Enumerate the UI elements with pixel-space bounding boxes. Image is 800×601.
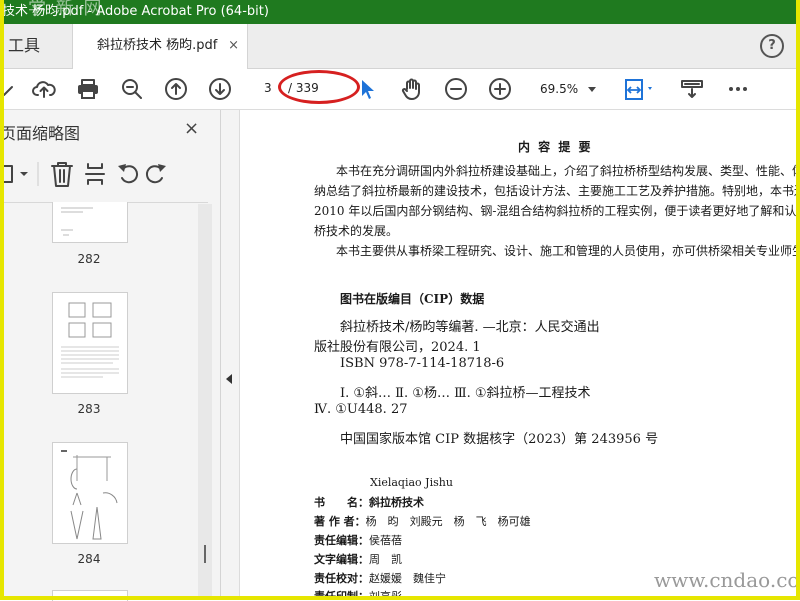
credit-label: 责任校对： xyxy=(314,572,369,585)
panel-scrollbar[interactable] xyxy=(198,204,212,598)
tab-tools[interactable]: 工具 xyxy=(0,24,66,68)
watermark-bottom: www.cndao.com xyxy=(654,568,800,592)
rotate-cw-icon xyxy=(145,164,166,184)
delete-page-icon xyxy=(51,162,73,187)
tab-document[interactable]: 斜拉桥技术 杨昀.pdf × xyxy=(72,24,248,69)
credit-value: 侯蓓蓓 xyxy=(369,534,402,547)
cip-title: 图书在版编目（CIP）数据 xyxy=(340,292,485,306)
title-bar: 技术 杨昀.pdf - Adobe Acrobat Pro (64-bit) 学… xyxy=(0,0,800,24)
watermark-top: 学 新 网 xyxy=(28,0,104,19)
tab-bar: 工具 斜拉桥技术 杨昀.pdf × ? xyxy=(0,24,800,69)
print-icon[interactable] xyxy=(76,77,100,101)
panel-collapse-gutter[interactable] xyxy=(221,110,240,600)
panel-title: 页面缩略图 xyxy=(0,124,81,143)
document-page: 内 容 提 要 本书在充分调研国内外斜拉桥建设基础上，介绍了斜拉桥桥型结构发展、… xyxy=(240,110,800,600)
zoom-out-icon[interactable] xyxy=(444,77,468,101)
abstract-line: 本书主要供从事桥梁工程研究、设计、施工和管理的人员使用，亦可供桥梁相关专业师生参… xyxy=(336,244,800,258)
cip-line: 斜拉桥技术/杨昀等编著. —北京：人民交通出 xyxy=(340,320,600,335)
document-view[interactable]: 内 容 提 要 本书在充分调研国内外斜拉桥建设基础上，介绍了斜拉桥桥型结构发展、… xyxy=(240,110,800,600)
fit-page-icon[interactable] xyxy=(622,77,658,101)
thumbnail-label: 282 xyxy=(77,252,101,266)
zoom-search-icon[interactable] xyxy=(120,77,144,101)
thumbnail-page-283[interactable] xyxy=(52,292,128,394)
back-partial-icon[interactable] xyxy=(2,77,26,101)
highlight-ellipse xyxy=(278,70,360,104)
abstract-line: 纳总结了斜拉桥最新的建设技术，包括设计方法、主要施工工艺及养护措施。特别地，本书… xyxy=(314,184,800,198)
collapse-arrow-icon[interactable] xyxy=(226,374,232,384)
doc-heading: 内 容 提 要 xyxy=(518,140,593,154)
main-toolbar: 3 / 339 69.5% xyxy=(0,69,800,110)
zoom-dropdown[interactable]: 69.5% xyxy=(532,78,598,100)
chevron-down-icon xyxy=(588,87,596,92)
tab-document-label: 斜拉桥技术 杨昀.pdf xyxy=(97,38,218,53)
abstract-line: 桥技术的发展。 xyxy=(314,224,399,238)
rotate-ccw-icon xyxy=(118,164,139,184)
thumbnail-page-282[interactable] xyxy=(52,202,128,243)
credit-value: 杨 昀 刘殿元 杨 飞 杨可雄 xyxy=(365,515,531,528)
cip-line: Ⅰ. ①斜… Ⅱ. ①杨… Ⅲ. ①斜拉桥—工程技术 xyxy=(340,386,591,401)
tab-close-icon[interactable]: × xyxy=(228,24,239,68)
zoom-in-icon[interactable] xyxy=(488,77,512,101)
abstract-line: 2010 年以后国内部分钢结构、钢-混组合结构斜拉桥的工程实例，便于读者更好地了… xyxy=(314,204,800,218)
scrollbar-thumb[interactable] xyxy=(204,545,206,563)
scan-icon[interactable] xyxy=(680,77,704,101)
pinyin-title: Xielaqiao Jishu xyxy=(370,476,453,489)
credit-value: 周 凯 xyxy=(369,553,402,566)
cip-line: 中国国家版本馆 CIP 数据核字（2023）第 243956 号 xyxy=(340,432,659,447)
extract-page-icon xyxy=(85,163,105,185)
credit-label: 书 名： xyxy=(314,496,369,509)
abstract-line: 本书在充分调研国内外斜拉桥建设基础上，介绍了斜拉桥桥型结构发展、类型、性能、体系… xyxy=(336,164,800,178)
credit-label: 责任印制： xyxy=(314,590,369,600)
page-current-input[interactable]: 3 xyxy=(264,77,278,99)
cip-line: 版社股份有限公司，2024. 1 xyxy=(314,340,481,355)
thumb-options-icon xyxy=(1,165,28,183)
cip-line: Ⅳ. ①U448. 27 xyxy=(314,402,408,417)
help-icon[interactable]: ? xyxy=(760,34,784,58)
credit-value: 刘高彤 xyxy=(369,590,402,600)
credit-label: 文字编辑： xyxy=(314,553,369,566)
panel-toolbar xyxy=(0,154,210,194)
upload-icon[interactable] xyxy=(32,77,56,101)
panel-close-icon[interactable]: × xyxy=(184,118,199,139)
credit-label: 责任编辑： xyxy=(314,534,369,547)
select-cursor-icon[interactable] xyxy=(356,77,380,101)
credit-value: 斜拉桥技术 xyxy=(369,496,424,509)
page-up-icon[interactable] xyxy=(164,77,188,101)
thumbnail-label: 283 xyxy=(77,402,101,416)
credit-label: 著 作 者： xyxy=(314,515,366,528)
page-down-icon[interactable] xyxy=(208,77,232,101)
thumbnail-panel: 页面缩略图 × 282 283 284 xyxy=(0,110,221,601)
thumbnail-page-284[interactable] xyxy=(52,442,128,544)
credit-value: 赵媛媛 魏佳宁 xyxy=(369,572,446,585)
thumbnail-page-285[interactable] xyxy=(52,590,128,601)
zoom-value: 69.5% xyxy=(540,82,579,96)
more-icon[interactable] xyxy=(726,77,750,101)
hand-icon[interactable] xyxy=(400,77,424,101)
cip-line: ISBN 978-7-114-18718-6 xyxy=(340,356,505,371)
thumbnail-label: 284 xyxy=(77,552,101,566)
